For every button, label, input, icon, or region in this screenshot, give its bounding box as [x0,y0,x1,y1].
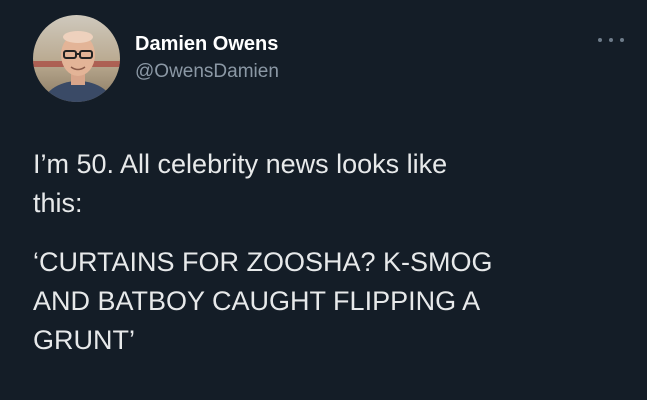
tweet-paragraph: ‘CURTAINS FOR ZOOSHA? K-SMOG AND BATBOY … [33,247,493,355]
dot [598,38,602,42]
more-horizontal-icon[interactable] [598,33,624,47]
dot [609,38,613,42]
avatar-photo-icon [33,15,120,102]
user-handle[interactable]: @OwensDamien [135,59,279,85]
avatar[interactable] [33,15,120,102]
tweet-author: Damien Owens @OwensDamien [135,31,279,85]
dot [620,38,624,42]
display-name[interactable]: Damien Owens [135,31,279,57]
tweet-text: I’m 50. All celebrity news looks like th… [33,145,623,360]
tweet-paragraph: I’m 50. All celebrity news looks like th… [33,149,448,218]
tweet-card: Damien Owens @OwensDamien I’m 50. All ce… [0,0,647,400]
